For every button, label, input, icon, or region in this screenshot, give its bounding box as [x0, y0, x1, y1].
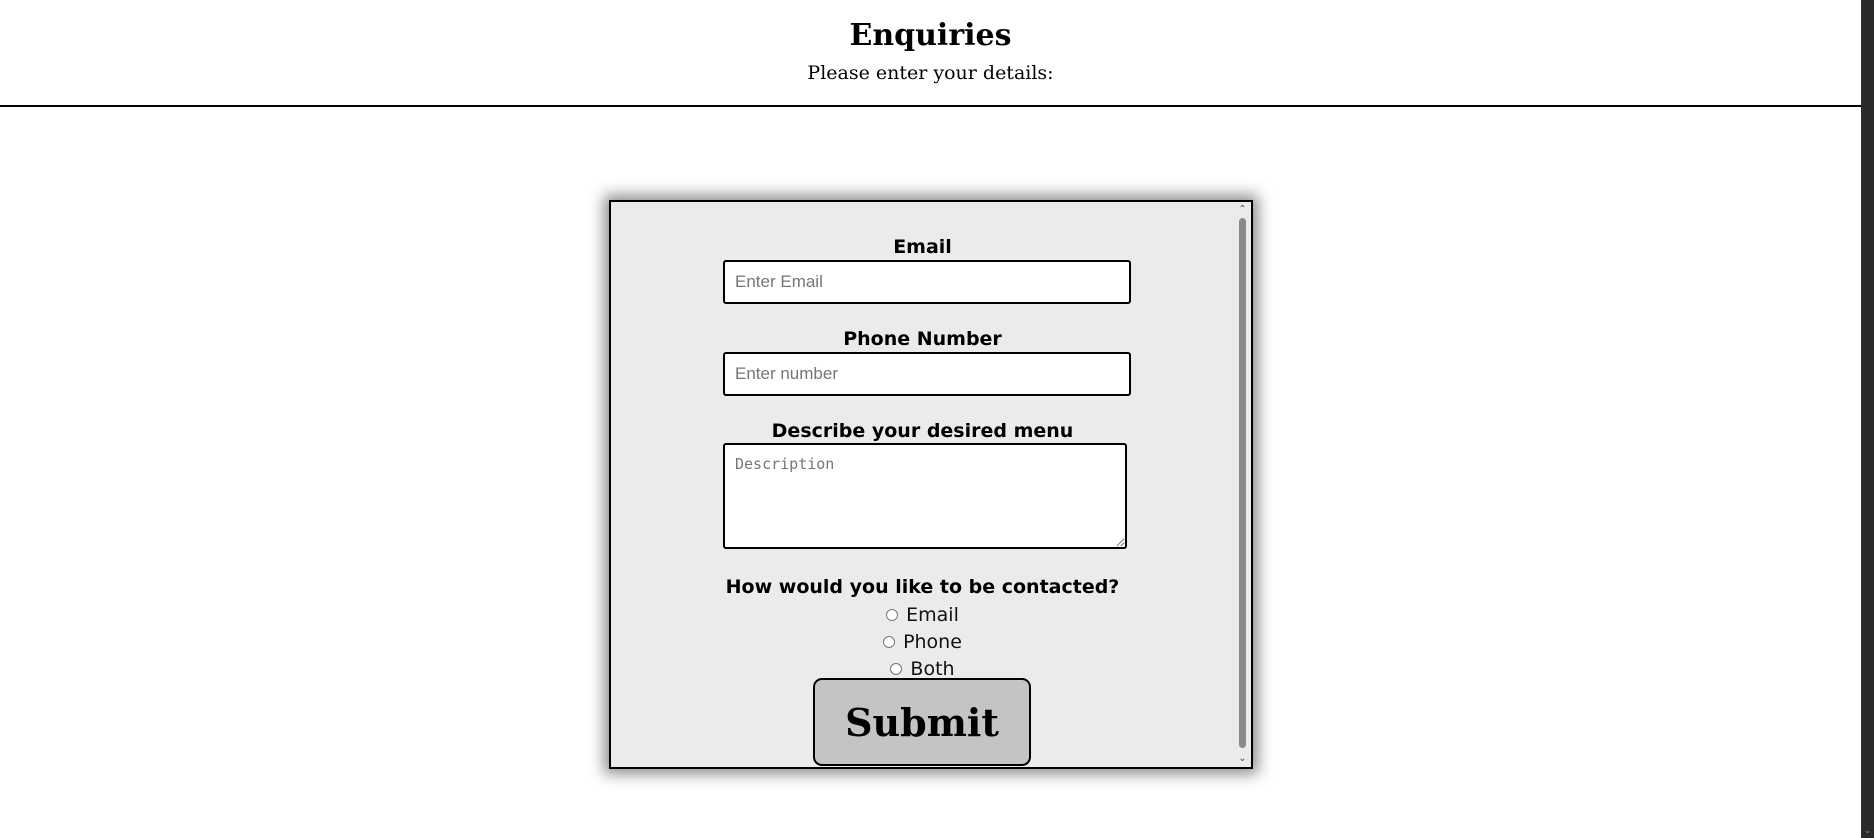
page-scrollbar[interactable]: ⌄ — [1861, 0, 1874, 838]
page-subtitle: Please enter your details: — [807, 62, 1054, 84]
chevron-down-icon[interactable]: ⌄ — [1861, 826, 1874, 836]
email-field[interactable] — [723, 260, 1131, 304]
phone-label: Phone Number — [843, 328, 1002, 350]
page-header: Enquiries Please enter your details: — [0, 0, 1861, 107]
contact-option-label: Both — [910, 658, 955, 680]
contact-option-label: Email — [906, 604, 959, 626]
menu-description-field[interactable] — [723, 443, 1127, 549]
form-scrollbar-thumb[interactable] — [1239, 218, 1246, 748]
submit-button[interactable]: Submit — [813, 678, 1031, 766]
menu-description-label: Describe your desired menu — [771, 420, 1074, 442]
phone-field[interactable] — [723, 352, 1131, 396]
chevron-down-icon[interactable]: ⌄ — [1234, 753, 1251, 765]
contact-method-label: How would you like to be contacted? — [725, 576, 1120, 598]
chevron-up-icon[interactable]: ⌃ — [1234, 204, 1251, 216]
email-label: Email — [893, 236, 952, 258]
contact-email-radio[interactable] — [886, 608, 899, 621]
enquiry-form: Email Phone Number Describe your desired… — [609, 200, 1253, 769]
page-title: Enquiries — [849, 18, 1012, 53]
contact-phone-radio[interactable] — [883, 635, 896, 648]
contact-both-radio[interactable] — [890, 662, 903, 675]
page: Enquiries Please enter your details: Ema… — [0, 0, 1874, 838]
form-scrollbar[interactable]: ⌃ ⌄ — [1234, 202, 1251, 767]
contact-option-email[interactable]: Email — [611, 602, 1234, 628]
contact-option-phone[interactable]: Phone — [611, 629, 1234, 655]
contact-option-label: Phone — [903, 631, 962, 653]
